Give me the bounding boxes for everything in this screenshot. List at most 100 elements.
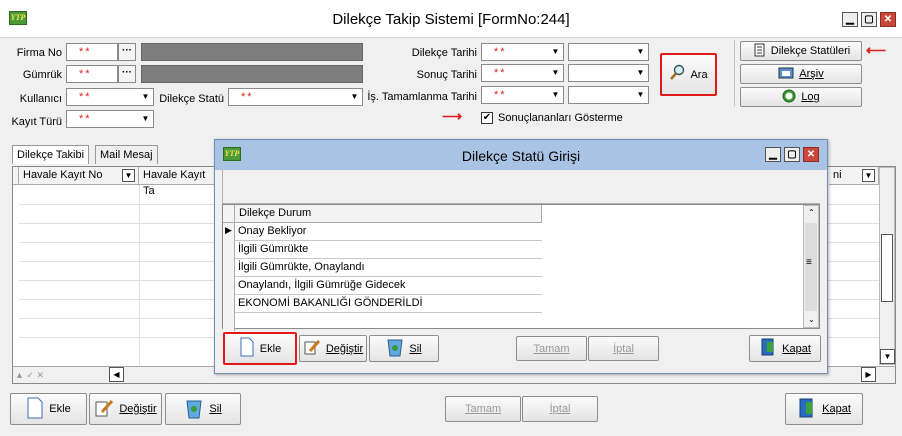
col-header-havale-kayit-tarihi[interactable]: Havale Kayıt Ta — [139, 167, 219, 197]
chevron-down-icon[interactable]: ▼ — [122, 169, 135, 182]
dialog-title-bar: YTP Dilekçe Statü Girişi ▁ ▢ ✕ — [215, 140, 827, 170]
kullanici-select[interactable]: ** ▼ — [66, 88, 154, 106]
chevron-down-icon: ▼ — [551, 90, 560, 99]
recycle-bin-icon — [184, 397, 204, 422]
chevron-down-icon: ▼ — [636, 68, 645, 77]
sonuclananlari-label: Sonuçlananları Gösterme — [498, 112, 623, 124]
new-document-icon — [239, 337, 255, 360]
gumruk-label: Gümrük — [22, 69, 62, 81]
ekle-button[interactable]: Ekle — [10, 393, 87, 425]
grid-nav-marks: ▲ ✓ ✕ — [15, 370, 44, 380]
firma-no-label: Firma No — [16, 47, 62, 59]
statu-grid[interactable]: Dilekçe Durum ▶ Onay Bekliyor İlgili Güm… — [222, 204, 820, 331]
kullanici-label: Kullanıcı — [19, 93, 62, 105]
scrollbar-thumb[interactable] — [881, 234, 893, 302]
search-icon — [669, 64, 685, 85]
maximize-button[interactable]: ▢ — [861, 12, 877, 27]
sil-button[interactable]: Sil — [165, 393, 241, 425]
kapat-button[interactable]: Kapat — [785, 393, 863, 425]
dialog-close-button[interactable]: ✕ — [803, 147, 819, 162]
arsiv-button[interactable]: Arşiv — [740, 64, 862, 84]
ara-button[interactable]: Ara — [660, 53, 717, 96]
firma-name-readonly — [141, 43, 363, 61]
iptal-button[interactable]: İptal — [522, 396, 598, 422]
archive-icon — [778, 66, 794, 83]
recycle-bin-icon — [386, 337, 404, 360]
row-indicator-header — [223, 205, 235, 223]
list-item[interactable]: EKONOMİ BAKANLIĞI GÖNDERİLDİ — [235, 295, 542, 313]
current-row-marker: ▶ — [225, 225, 232, 235]
log-button[interactable]: Log — [740, 87, 862, 107]
list-item[interactable]: İlgili Gümrükte, Onaylandı — [235, 259, 542, 277]
dilekce-statu-label: Dilekçe Statü — [159, 93, 224, 105]
window-title: Dilekçe Takip Sistemi [FormNo:244] — [332, 11, 570, 28]
edit-icon — [94, 398, 114, 421]
close-button[interactable]: ✕ — [880, 12, 896, 27]
dilekce-tarihi-label: Dilekçe Tarihi — [411, 47, 477, 59]
exit-door-icon — [797, 397, 817, 422]
scroll-right-arrow[interactable]: ▶ — [861, 367, 876, 382]
dialog-tamam-button[interactable]: Tamam — [516, 336, 587, 361]
chevron-down-icon: ▼ — [636, 47, 645, 56]
dialog-sil-button[interactable]: Sil — [369, 335, 439, 362]
exit-door-icon — [759, 337, 777, 360]
firma-no-field[interactable]: ** — [66, 43, 118, 61]
degistir-button[interactable]: Değiştir — [89, 393, 162, 425]
col-header-last[interactable]: ni ▼ — [829, 167, 879, 185]
gumruk-lookup-button[interactable]: ··· — [118, 65, 136, 83]
dilekce-statu-select[interactable]: ** ▼ — [228, 88, 363, 106]
dialog-degistir-button[interactable]: Değiştir — [299, 335, 367, 362]
scroll-up-arrow[interactable]: ⌃ — [804, 206, 819, 221]
dialog-title: Dilekçe Statü Girişi — [461, 148, 581, 164]
dialog-top-panel — [222, 170, 820, 204]
document-icon — [752, 43, 766, 60]
kayit-turu-select[interactable]: ** ▼ — [66, 110, 154, 128]
dialog-ekle-button[interactable]: Ekle — [223, 332, 297, 365]
annotation-arrow: ⟶ — [442, 108, 463, 124]
scroll-left-arrow[interactable]: ◀ — [109, 367, 124, 382]
vertical-scrollbar[interactable]: ▼ — [879, 167, 895, 365]
sonuc-tarihi-start[interactable]: ** ▼ — [481, 64, 564, 82]
chevron-down-icon: ▼ — [551, 47, 560, 56]
dilekce-statu-dialog: YTP Dilekçe Statü Girişi ▁ ▢ ✕ Dilekçe D… — [214, 139, 828, 374]
dialog-minimize-button[interactable]: ▁ — [765, 147, 781, 162]
chevron-down-icon[interactable]: ▼ — [862, 169, 875, 182]
chevron-down-icon: ▼ — [141, 114, 150, 123]
col-header-havale-kayit-no[interactable]: Havale Kayıt No ▼ — [19, 167, 139, 185]
sonuclananlari-checkbox[interactable]: ✔ — [481, 112, 493, 124]
dialog-iptal-button[interactable]: İptal — [588, 336, 659, 361]
kayit-turu-label: Kayıt Türü — [11, 116, 62, 128]
scroll-down-arrow[interactable]: ▼ — [880, 349, 895, 364]
annotation-arrow: ⟵ — [866, 42, 887, 58]
tab-mail-mesaj[interactable]: Mail Mesaj — [95, 145, 158, 164]
dialog-vertical-scrollbar[interactable]: ⌃ ≡ ⌄ — [803, 205, 819, 328]
sonuc-tarihi-end[interactable]: ▼ — [568, 64, 649, 82]
dialog-maximize-button[interactable]: ▢ — [784, 147, 800, 162]
dilekce-statuleri-button[interactable]: Dilekçe Statüleri — [740, 41, 862, 61]
list-item[interactable]: İlgili Gümrükte — [235, 241, 542, 259]
list-item[interactable]: Onay Bekliyor — [235, 223, 542, 241]
is-tamamlanma-end[interactable]: ▼ — [568, 86, 649, 104]
window-title-bar: YTP Dilekçe Takip Sistemi [FormNo:244] ▁… — [0, 0, 902, 38]
minimize-button[interactable]: ▁ — [842, 12, 858, 27]
statu-rows: Onay Bekliyor İlgili Gümrükte İlgili Güm… — [235, 223, 542, 313]
toolbar-separator — [734, 40, 735, 106]
scroll-down-arrow[interactable]: ⌄ — [804, 313, 819, 328]
is-tamamlanma-tarihi-label: İş. Tamamlanma Tarihi — [367, 91, 477, 103]
scrollbar-thumb[interactable]: ≡ — [805, 223, 817, 311]
chevron-down-icon: ▼ — [636, 90, 645, 99]
gumruk-field[interactable]: ** — [66, 65, 118, 83]
gumruk-name-readonly — [141, 65, 363, 83]
col-header-dilekce-durum[interactable]: Dilekçe Durum — [235, 205, 542, 223]
sonuc-tarihi-label: Sonuç Tarihi — [416, 69, 477, 81]
tab-dilekce-takibi[interactable]: Dilekçe Takibi — [12, 145, 90, 164]
dilekce-tarihi-end[interactable]: ▼ — [568, 43, 649, 61]
list-item[interactable]: Onaylandı, İlgili Gümrüğe Gidecek — [235, 277, 542, 295]
dilekce-tarihi-start[interactable]: ** ▼ — [481, 43, 564, 61]
dialog-kapat-button[interactable]: Kapat — [749, 335, 821, 362]
grip-icon: ≡ — [806, 257, 812, 268]
tamam-button[interactable]: Tamam — [445, 396, 521, 422]
firma-no-lookup-button[interactable]: ··· — [118, 43, 136, 61]
clock-icon — [782, 89, 796, 106]
is-tamamlanma-start[interactable]: ** ▼ — [481, 86, 564, 104]
